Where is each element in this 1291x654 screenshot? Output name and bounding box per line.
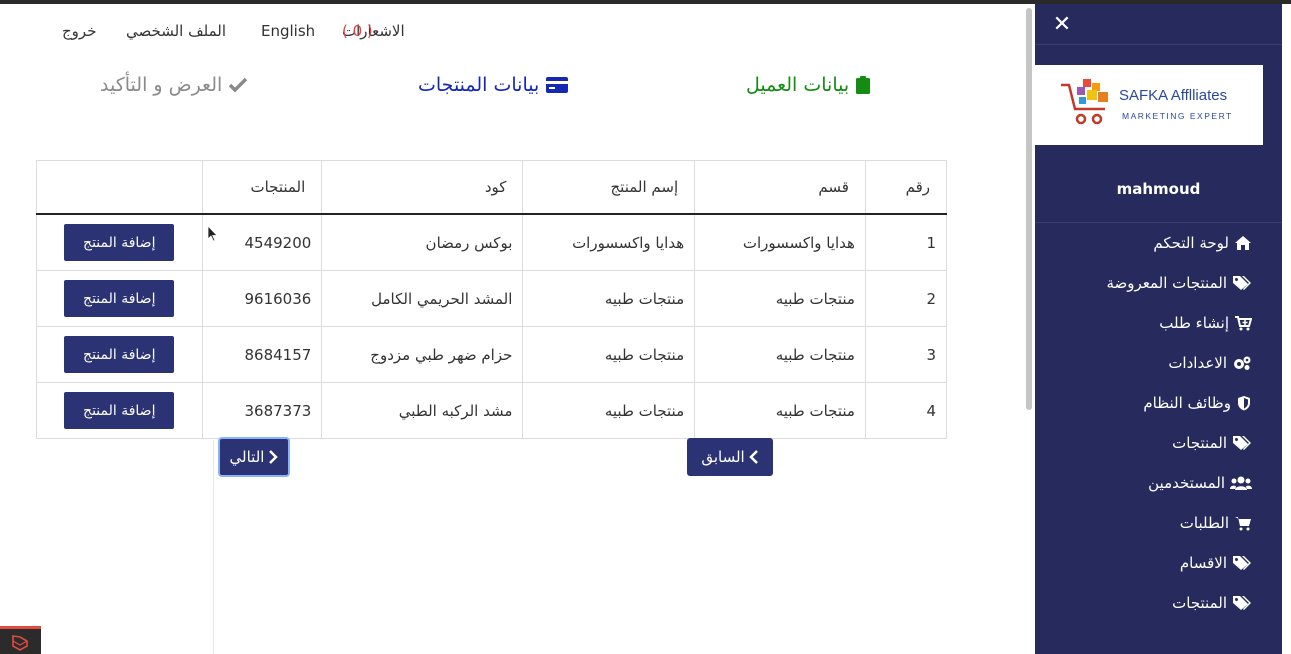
cell-product-name: هدايا واكسسورات: [522, 213, 696, 271]
cell-number: 1: [864, 213, 948, 271]
cell-category: منتجات طبيه: [694, 382, 866, 439]
logo-tagline: MARKETING EXPERT: [1122, 111, 1233, 121]
cart-plus-icon: [1235, 316, 1252, 331]
header-code: كود: [321, 160, 524, 215]
cell-products: 8684157: [201, 326, 323, 383]
sidebar-item-label: إنشاء طلب: [1159, 314, 1229, 332]
cell-product-name: منتجات طبيه: [522, 382, 696, 439]
right-edge: [1282, 4, 1291, 654]
shield-icon: [1238, 396, 1250, 411]
sidebar-item-label: المنتجات: [1172, 594, 1227, 612]
sidebar-item-label: لوحة التحكم: [1153, 234, 1229, 252]
cell-category: منتجات طبيه: [694, 270, 866, 327]
sidebar-item-label: وظائف النظام: [1143, 394, 1231, 412]
notifications-count: ( 0 ): [342, 22, 373, 40]
cell-number: 4: [864, 382, 948, 439]
previous-button[interactable]: السابق: [687, 438, 773, 476]
chevron-right-icon: [269, 450, 279, 464]
add-product-button[interactable]: إضافة المنتج: [64, 336, 175, 373]
cell-number: 3: [864, 326, 948, 383]
header-number: رقم: [864, 160, 948, 215]
sidebar-item-label: المستخدمين: [1148, 474, 1225, 492]
logout-link[interactable]: خروج: [62, 22, 96, 40]
cell-category: هدايا واكسسورات: [694, 213, 866, 271]
step-products-data: بيانات المنتجات: [418, 74, 569, 96]
step-client-label: بيانات العميل: [746, 74, 850, 96]
cell-products: 9616036: [201, 270, 323, 327]
table-row: إضافة المنتج 4549200 بوكس رمضان هدايا وا…: [36, 213, 948, 271]
profile-link[interactable]: الملف الشخصي: [126, 22, 226, 40]
username: mahmoud: [1116, 180, 1201, 198]
cell-code: المشد الحريمي الكامل: [321, 270, 524, 327]
cell-product-name: منتجات طبيه: [522, 326, 696, 383]
laravel-logo-icon: [12, 635, 28, 651]
table-row: إضافة المنتج 8684157 حزام ضهر طبي مزدوج …: [36, 326, 948, 383]
tags-icon: [1233, 556, 1251, 570]
check-icon: [229, 77, 248, 93]
step-confirm-label: العرض و التأكيد: [100, 74, 223, 96]
header-actions: [36, 160, 203, 215]
table-header: المنتجات كود إسم المنتج قسم رقم: [36, 160, 948, 215]
next-label: التالي: [229, 448, 265, 466]
logo-brand-text: SAFKA Afflliates: [1119, 87, 1228, 104]
step-review-confirm: العرض و التأكيد: [100, 74, 248, 96]
shopping-cart-logo-icon: [1061, 79, 1108, 125]
cell-code: حزام ضهر طبي مزدوج: [321, 326, 524, 383]
cell-product-name: منتجات طبيه: [522, 270, 696, 327]
sidebar-item-system-roles[interactable]: وظائف النظام: [1143, 394, 1252, 412]
tags-icon: [1233, 436, 1251, 450]
header-product-name: إسم المنتج: [522, 160, 696, 215]
add-product-button[interactable]: إضافة المنتج: [64, 392, 175, 429]
chevron-left-icon: [748, 450, 758, 464]
cell-category: منتجات طبيه: [694, 326, 866, 383]
step-client-data: بيانات العميل: [746, 74, 871, 96]
cell-number: 2: [864, 270, 948, 327]
cell-code: بوكس رمضان: [321, 213, 524, 271]
table-row: إضافة المنتج 3687373 مشد الركبه الطبي من…: [36, 382, 948, 439]
sidebar-item-users[interactable]: المستخدمين: [1148, 474, 1252, 492]
users-icon: [1230, 476, 1252, 490]
sidebar-item-categories[interactable]: الاقسام: [1180, 554, 1252, 572]
step-products-label: بيانات المنتجات: [418, 74, 540, 96]
sidebar-item-label: الاعدادات: [1168, 354, 1227, 372]
cart-icon: [1235, 517, 1251, 531]
sidebar-item-dashboard[interactable]: لوحة التحكم: [1153, 234, 1252, 252]
header-category: قسم: [694, 160, 866, 215]
sidebar-divider: [1035, 44, 1282, 45]
divider-line: [213, 440, 214, 654]
sidebar-item-settings[interactable]: الاعدادات: [1168, 354, 1252, 372]
add-product-button[interactable]: إضافة المنتج: [64, 280, 175, 317]
sidebar-item-offered-products[interactable]: المنتجات المعروضة: [1106, 274, 1252, 292]
scrollbar-thumb[interactable]: [1026, 8, 1032, 410]
sidebar-item-label: الطلبات: [1179, 514, 1229, 532]
clipboard-icon: [856, 76, 871, 94]
header-products: المنتجات: [201, 160, 323, 215]
sidebar-item-create-order[interactable]: إنشاء طلب: [1159, 314, 1252, 332]
sidebar-item-label: المنتجات: [1172, 434, 1227, 452]
products-table: المنتجات كود إسم المنتج قسم رقم إضافة ال…: [36, 160, 948, 439]
add-product-button[interactable]: إضافة المنتج: [64, 224, 175, 261]
cell-products: 3687373: [201, 382, 323, 439]
cogs-icon: [1234, 356, 1251, 370]
cell-code: مشد الركبه الطبي: [321, 382, 524, 439]
next-button[interactable]: التالي: [218, 437, 290, 477]
sidebar-item-orders[interactable]: الطلبات: [1180, 514, 1252, 532]
sidebar-item-label: الاقسام: [1179, 554, 1227, 572]
tags-icon: [1233, 276, 1251, 290]
credit-card-icon: [546, 77, 569, 93]
close-sidebar-icon[interactable]: ✕: [1051, 10, 1073, 38]
cell-products: 4549200: [201, 213, 323, 271]
tags-icon: [1233, 596, 1251, 610]
sidebar-item-products-2[interactable]: المنتجات: [1172, 594, 1252, 612]
sidebar-divider: [1035, 222, 1282, 223]
language-english-link[interactable]: English: [261, 22, 315, 40]
debugbar-toggle[interactable]: [0, 626, 41, 654]
table-row: إضافة المنتج 9616036 المشد الحريمي الكام…: [36, 270, 948, 327]
home-icon: [1235, 236, 1251, 250]
previous-label: السابق: [701, 448, 745, 466]
mouse-cursor-icon: [207, 225, 218, 242]
brand-logo: SAFKA Afflliates MARKETING EXPERT: [1035, 65, 1263, 145]
sidebar-item-products[interactable]: المنتجات: [1172, 434, 1252, 452]
sidebar-item-label: المنتجات المعروضة: [1106, 274, 1227, 292]
